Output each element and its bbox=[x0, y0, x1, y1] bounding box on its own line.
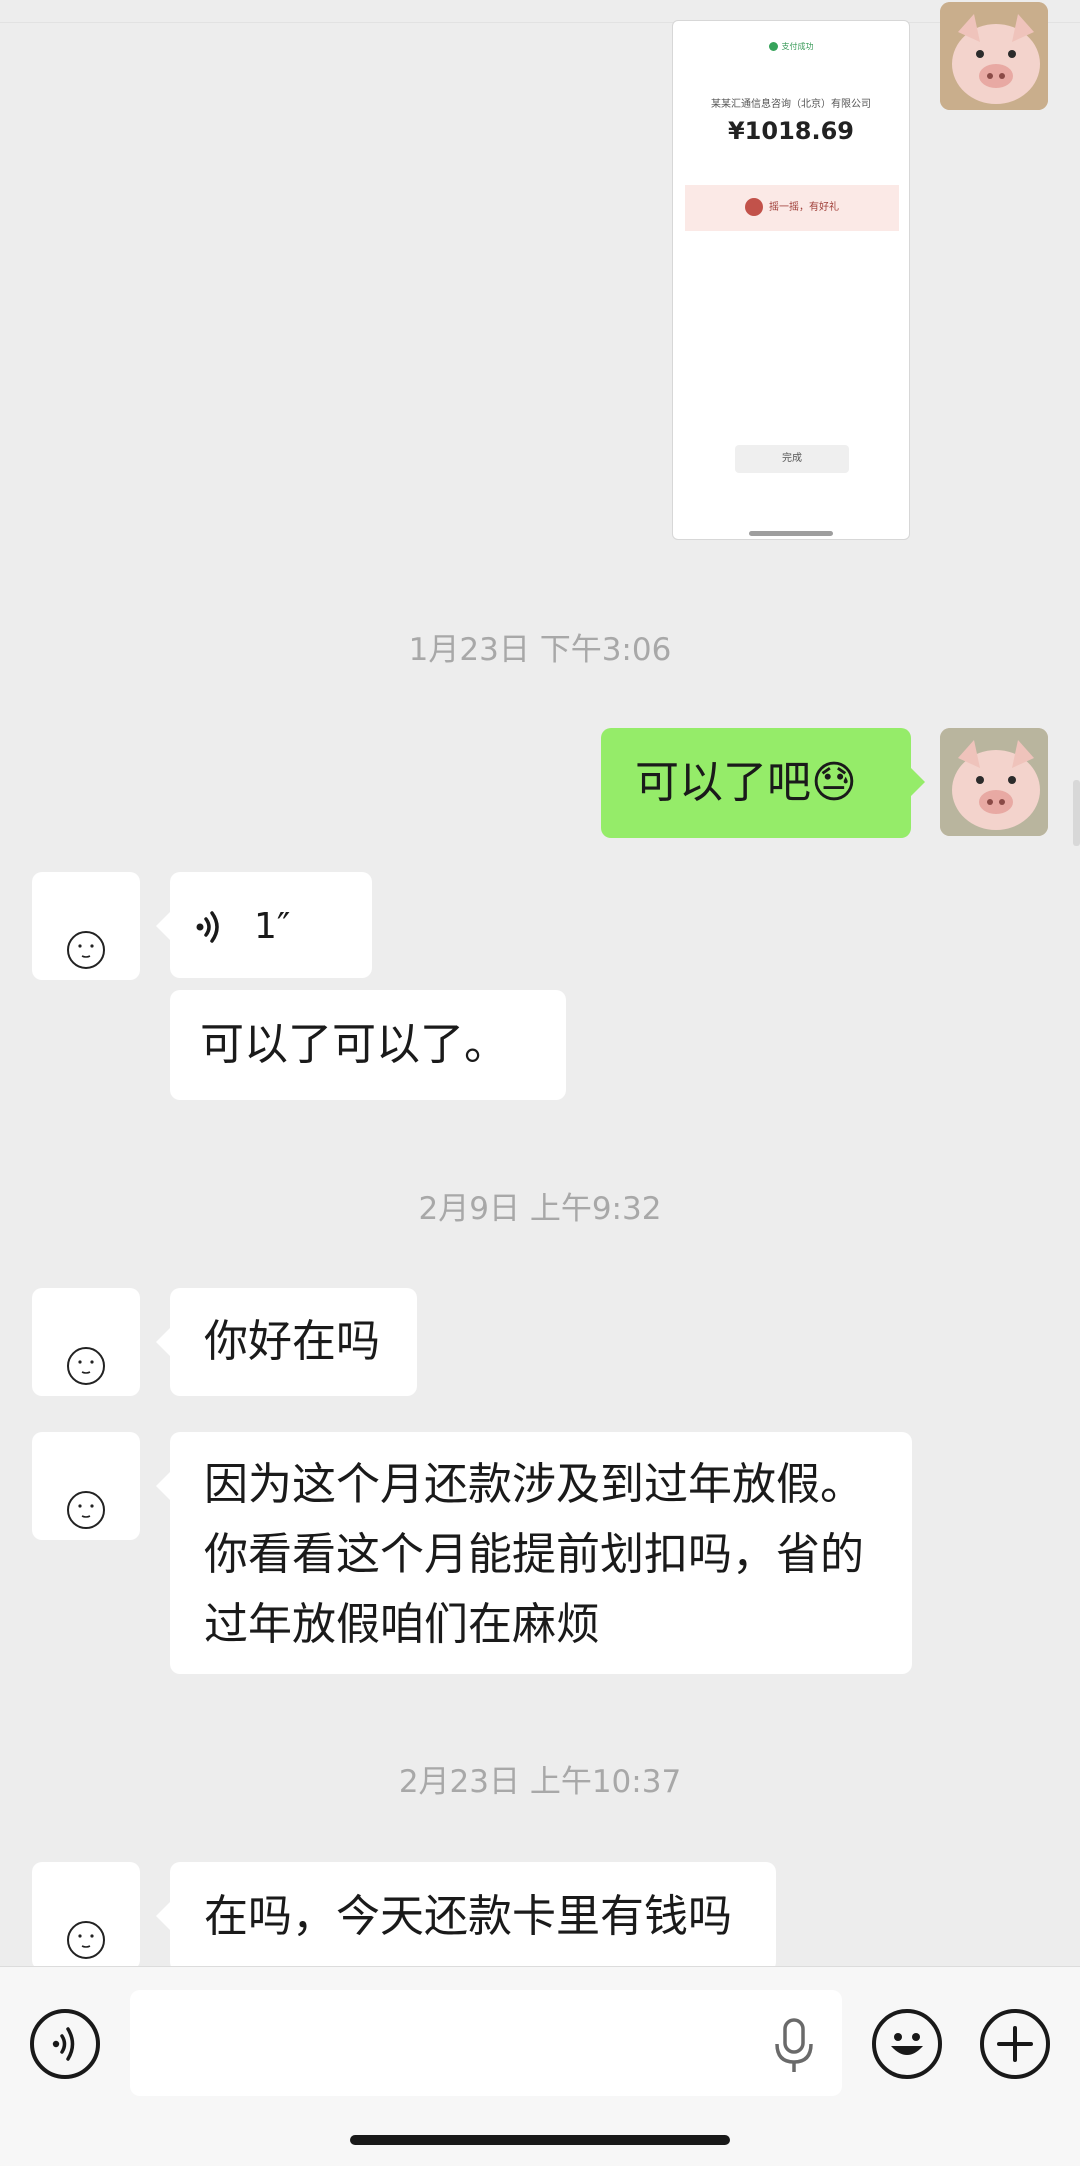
avatar[interactable] bbox=[940, 728, 1048, 836]
avatar[interactable] bbox=[32, 872, 140, 980]
message-timestamp: 1月23日 下午3:06 bbox=[408, 632, 672, 668]
avatar[interactable] bbox=[32, 1862, 140, 1970]
avatar[interactable] bbox=[32, 1432, 140, 1540]
voice-wave-icon bbox=[196, 911, 219, 943]
other-text-message[interactable]: 可以了可以了。 bbox=[170, 990, 566, 1100]
message-input[interactable] bbox=[130, 1990, 842, 2096]
microphone-icon[interactable] bbox=[772, 2018, 816, 2074]
plus-icon bbox=[997, 2026, 1033, 2062]
avatar[interactable] bbox=[940, 2, 1048, 110]
voice-toggle-button[interactable] bbox=[30, 2009, 100, 2079]
payment-status: 支付成功 bbox=[781, 42, 814, 51]
top-edge bbox=[0, 0, 1080, 23]
payee-name: 某某汇通信息咨询（北京）有限公司 bbox=[711, 99, 871, 110]
gift-icon bbox=[745, 198, 763, 216]
self-text-message[interactable]: 可以了吧😓 bbox=[601, 728, 925, 838]
avatar[interactable] bbox=[32, 1288, 140, 1396]
message-timestamp: 2月9日 上午9:32 bbox=[418, 1191, 662, 1227]
doodle-face-icon bbox=[67, 1921, 105, 1959]
doodle-face-icon bbox=[67, 1491, 105, 1529]
home-indicator bbox=[749, 531, 833, 536]
success-check-icon bbox=[768, 42, 778, 51]
voice-wave-icon bbox=[52, 2027, 75, 2061]
payment-screenshot-image[interactable]: 支付成功 某某汇通信息咨询（北京）有限公司 ¥1018.69 摇一摇，有好礼 完… bbox=[672, 20, 910, 540]
payment-amount: ¥1018.69 bbox=[727, 117, 854, 145]
voice-duration: 1″ bbox=[254, 906, 291, 947]
smiley-icon bbox=[891, 2033, 923, 2055]
add-button[interactable] bbox=[980, 2009, 1050, 2079]
pig-avatar-icon bbox=[940, 2, 1048, 110]
other-text-message[interactable]: 在吗，今天还款卡里有钱吗 bbox=[156, 1862, 776, 1972]
voice-message[interactable]: 1″ bbox=[156, 872, 372, 978]
pig-avatar-icon bbox=[940, 728, 1048, 836]
home-indicator[interactable] bbox=[350, 2135, 730, 2145]
scrollbar[interactable] bbox=[1073, 780, 1080, 846]
other-text-message[interactable]: 因为这个月还款涉及到过年放假。 你看看这个月能提前划扣吗，省的 过年放假咱们在麻… bbox=[156, 1432, 912, 1674]
emoji-button[interactable] bbox=[872, 2009, 942, 2079]
other-text-message[interactable]: 你好在吗 bbox=[156, 1288, 417, 1396]
doodle-face-icon bbox=[67, 1347, 105, 1385]
doodle-face-icon bbox=[67, 931, 105, 969]
done-button: 完成 bbox=[735, 445, 849, 473]
promo-banner: 摇一摇，有好礼 bbox=[685, 185, 899, 231]
message-timestamp: 2月23日 上午10:37 bbox=[398, 1764, 682, 1800]
